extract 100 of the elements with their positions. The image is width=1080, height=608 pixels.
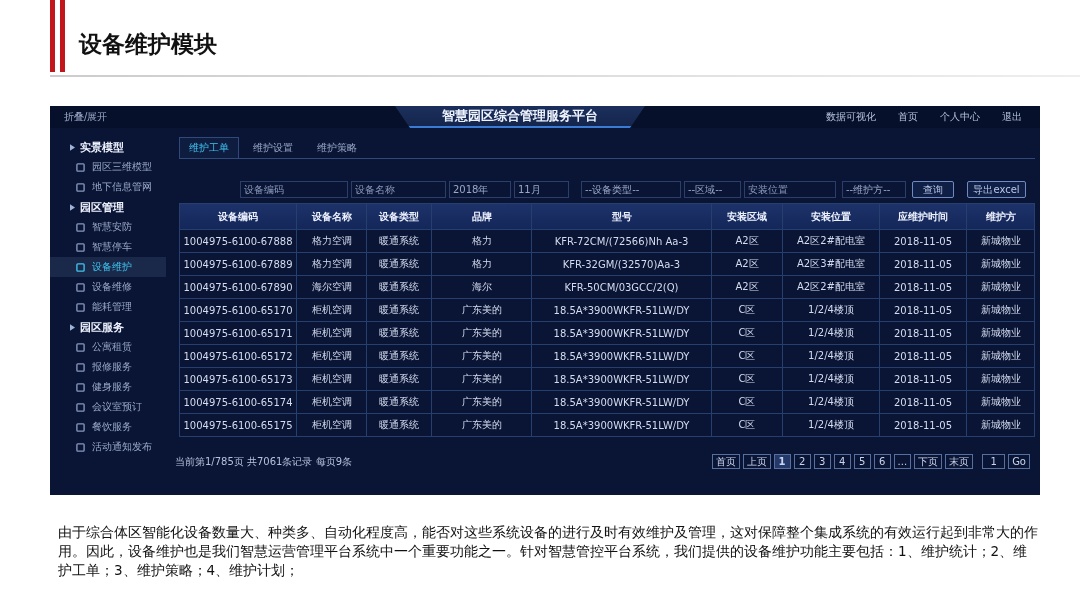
table-cell: 格力 — [431, 253, 531, 275]
table-cell: 1/2/4楼顶 — [782, 299, 879, 321]
table-cell: 广东美的 — [431, 299, 531, 321]
sidebar-item[interactable]: 智慧安防 — [50, 217, 166, 237]
table-cell: 海尔空调 — [296, 276, 366, 298]
select-field[interactable]: --设备类型-- — [581, 181, 681, 198]
table-cell-text: 1004975-6100-65171 — [182, 326, 294, 341]
input-field[interactable]: 设备名称 — [351, 181, 446, 198]
select-field[interactable]: --维护方-- — [842, 181, 906, 198]
sidebar-item[interactable]: 会议室预订 — [50, 397, 166, 417]
table-cell: 2018-11-05 — [879, 322, 966, 344]
query-button[interactable]: 查询 — [912, 181, 954, 198]
table-cell: 2018-11-05 — [879, 276, 966, 298]
table-cell: 新城物业 — [966, 345, 1034, 367]
square-icon — [76, 422, 85, 432]
table-cell-text: 1004975-6100-65175 — [182, 418, 294, 433]
table-cell: C区 — [711, 322, 782, 344]
sidebar-item[interactable]: 地下信息管网 — [50, 177, 166, 197]
input-field[interactable]: 安装位置 — [744, 181, 836, 198]
page-button[interactable]: 上页 — [742, 454, 771, 469]
table-cell: 广东美的 — [431, 414, 531, 436]
square-icon — [76, 162, 85, 172]
table-cell-text: 1004975-6100-65173 — [182, 372, 294, 387]
table-cell-text: 1004975-6100-67888 — [182, 234, 294, 249]
table-cell-text: 1004975-6100-67889 — [182, 257, 294, 272]
sidebar-item[interactable]: 报修服务 — [50, 357, 166, 377]
table-cell: 18.5A*3900WKFR-51LW/DY — [531, 414, 711, 436]
tab[interactable]: 维护设置 — [243, 137, 303, 158]
table-cell: 1/2/4楼顶 — [782, 391, 879, 413]
select-field[interactable]: 2018年 — [449, 181, 511, 198]
table-cell: 新城物业 — [966, 391, 1034, 413]
nav-link[interactable]: 首页 — [898, 110, 918, 124]
select-field[interactable]: 11月 — [514, 181, 569, 198]
sidebar-group[interactable]: 实景模型 — [80, 139, 124, 155]
tab[interactable]: 维护工单 — [179, 137, 239, 158]
page-button[interactable]: 5 — [853, 454, 871, 469]
page-button[interactable]: 末页 — [945, 454, 974, 469]
table-cell: A2区 — [711, 276, 782, 298]
column-header: 型号 — [531, 204, 711, 229]
table-cell: 暖通系统 — [366, 276, 431, 298]
table-cell: 新城物业 — [966, 368, 1034, 390]
sidebar-item[interactable]: 餐饮服务 — [50, 417, 166, 437]
table-cell: 新城物业 — [966, 230, 1034, 252]
input-field[interactable]: 设备编码 — [240, 181, 348, 198]
table-cell: 柜机空调 — [296, 368, 366, 390]
nav-link[interactable]: 退出 — [1002, 110, 1022, 124]
table-cell: 海尔 — [431, 276, 531, 298]
description-text: 由于综合体区智能化设备数量大、种类多、自动化程度高，能否对这些系统设备的进行及时有效维护及管理，这对保障整个集成系统的有效运行起到非常大的作用。因此，设备维护也是我们智慧运营管理平台系统中一个重要功能之一。针对智慧管控平台系统，我们提供的设备维护功能主要包括：1、维护统计；2、维护工单；3、维护策略；4、维护计划； — [58, 523, 1039, 580]
table-cell: C区 — [711, 391, 782, 413]
table-cell-text: 1004975-6100-65174 — [182, 395, 294, 410]
table-cell: 暖通系统 — [366, 322, 431, 344]
tab[interactable]: 维护策略 — [307, 137, 367, 158]
table-cell: 广东美的 — [431, 391, 531, 413]
collapse-toggle[interactable]: 折叠/展开 — [64, 110, 108, 124]
page-button[interactable]: 首页 — [711, 454, 740, 469]
sidebar-item[interactable]: 设备维护 — [50, 257, 166, 277]
table-cell: A2区 — [711, 253, 782, 275]
page-button[interactable]: 2 — [793, 454, 811, 469]
page-button[interactable]: ... — [893, 454, 912, 469]
select-field[interactable]: --区域-- — [684, 181, 741, 198]
triangle-icon — [70, 203, 75, 211]
sidebar-item[interactable]: 健身服务 — [50, 377, 166, 397]
sidebar-item[interactable]: 园区三维模型 — [50, 157, 166, 177]
square-icon — [76, 302, 85, 312]
sidebar-group[interactable]: 园区管理 — [80, 199, 124, 215]
export-button[interactable]: 导出excel — [967, 181, 1026, 198]
column-header: 设备编码 — [217, 209, 259, 224]
table-cell: 新城物业 — [966, 322, 1034, 344]
page-button[interactable]: 4 — [833, 454, 851, 469]
go-button[interactable]: Go — [1008, 454, 1030, 469]
page-button[interactable]: 6 — [873, 454, 891, 469]
page-button[interactable]: 1 — [773, 454, 791, 469]
sidebar-item[interactable]: 设备维修 — [50, 277, 166, 297]
table-cell: 暖通系统 — [366, 414, 431, 436]
page-input[interactable]: 1 — [982, 454, 1006, 469]
nav-link[interactable]: 数据可视化 — [826, 110, 876, 124]
table-cell: 1/2/4楼顶 — [782, 345, 879, 367]
sidebar-item[interactable]: 活动通知发布 — [50, 437, 166, 457]
table-cell: 暖通系统 — [366, 299, 431, 321]
table-cell: 18.5A*3900WKFR-51LW/DY — [531, 299, 711, 321]
sidebar-group[interactable]: 园区服务 — [80, 319, 124, 335]
sidebar-item[interactable]: 智慧停车 — [50, 237, 166, 257]
square-icon — [76, 362, 85, 372]
square-icon — [76, 282, 85, 292]
column-header: 品牌 — [431, 204, 531, 229]
sidebar-item[interactable]: 公寓租赁 — [50, 337, 166, 357]
table-cell: C区 — [711, 299, 782, 321]
table-cell: 暖通系统 — [366, 391, 431, 413]
table-cell: 18.5A*3900WKFR-51LW/DY — [531, 391, 711, 413]
nav-link[interactable]: 个人中心 — [940, 110, 980, 124]
table-cell: 格力空调 — [296, 253, 366, 275]
table-cell: 1/2/4楼顶 — [782, 414, 879, 436]
page-button[interactable]: 3 — [813, 454, 831, 469]
sidebar-item[interactable]: 能耗管理 — [50, 297, 166, 317]
column-header: 应维护时间 — [879, 204, 966, 229]
table-cell: 1/2/4楼顶 — [782, 322, 879, 344]
page-button[interactable]: 下页 — [914, 454, 943, 469]
table-cell: 暖通系统 — [366, 345, 431, 367]
table-cell: 2018-11-05 — [879, 299, 966, 321]
table-cell: 格力空调 — [296, 230, 366, 252]
